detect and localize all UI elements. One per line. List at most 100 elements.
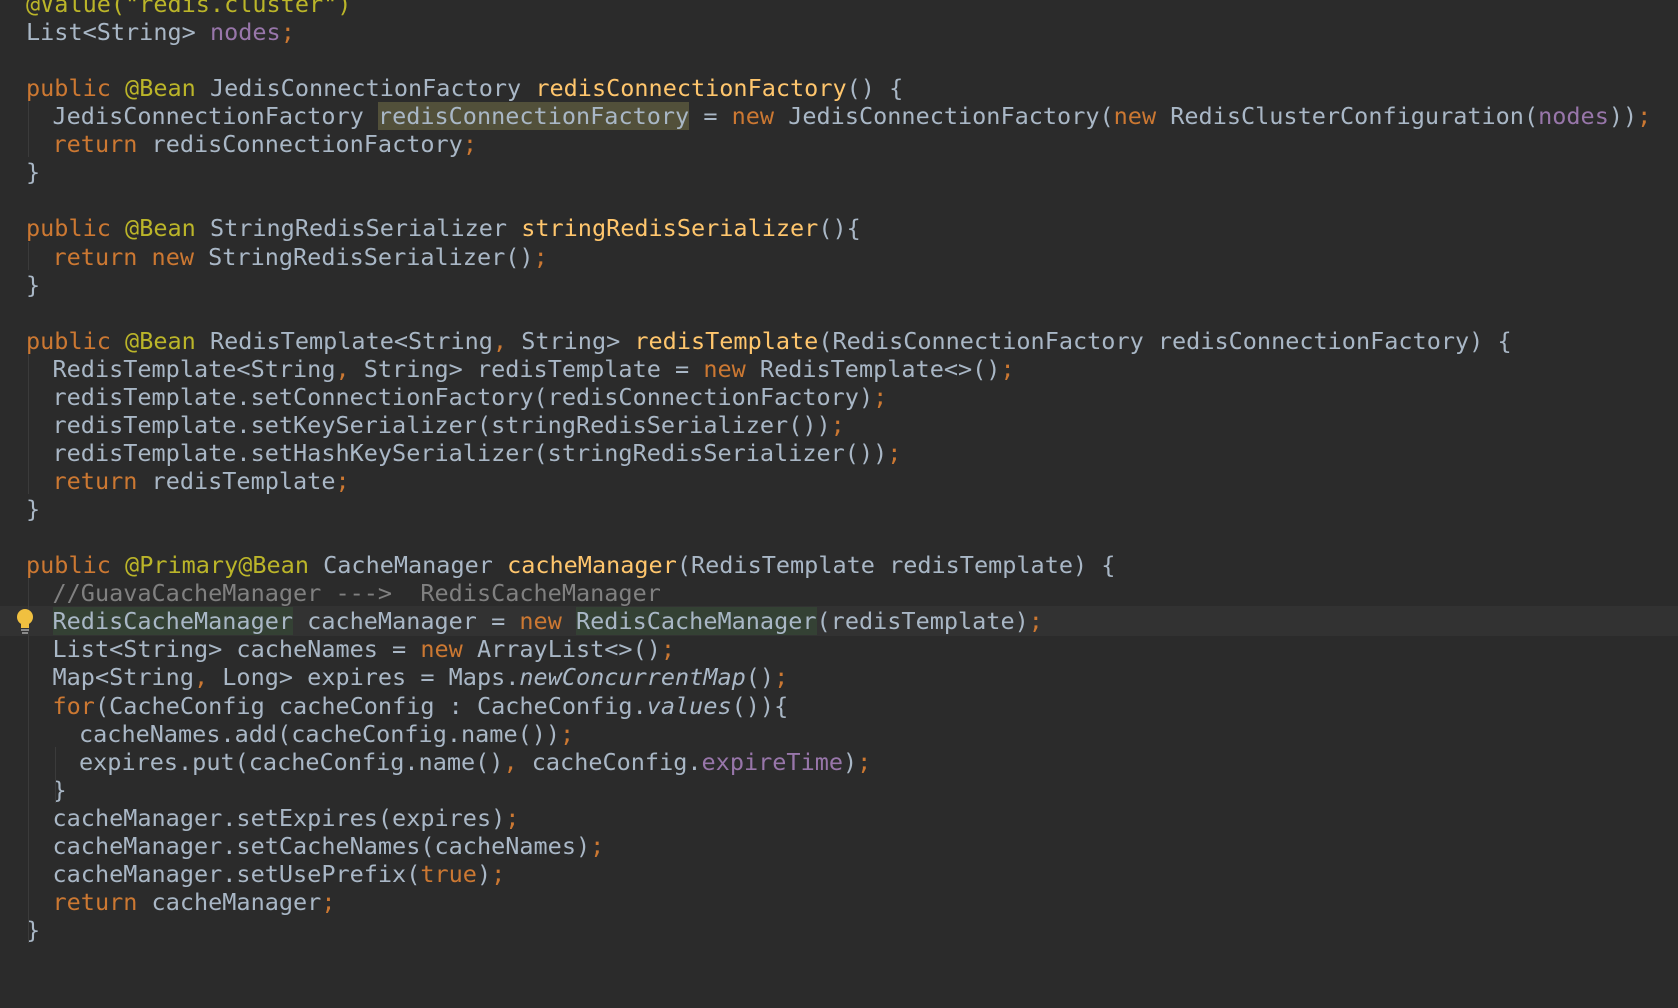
code-token: StringRedisSerializer	[209, 214, 522, 243]
code-line[interactable]: }	[0, 775, 1678, 805]
code-token: return	[52, 887, 152, 916]
code-token: ;	[1028, 607, 1043, 636]
code-token: @Bean	[125, 326, 210, 355]
code-token: ;	[857, 747, 872, 776]
code-line[interactable]: }	[0, 915, 1678, 945]
code-token: String> redisTemplate =	[363, 354, 704, 383]
code-token: ;	[280, 18, 295, 47]
code-line[interactable]: List<String> cacheNames = new ArrayList<…	[0, 634, 1678, 664]
indent-guide	[54, 746, 56, 803]
code-token: JedisConnectionFactory	[52, 102, 378, 131]
code-line[interactable]: }	[0, 270, 1678, 300]
code-line[interactable]: JedisConnectionFactory redisConnectionFa…	[0, 101, 1678, 131]
code-line-text: }	[26, 270, 40, 300]
code-line[interactable]: }	[0, 157, 1678, 187]
code-line[interactable]	[0, 522, 1678, 552]
code-line[interactable]: public @Bean RedisTemplate<String, Strin…	[0, 326, 1678, 356]
code-token: List<String> cacheNames =	[52, 635, 421, 664]
code-token: ,	[193, 663, 223, 692]
code-token: ()	[745, 663, 775, 692]
code-line-text: Map<String, Long> expires = Maps.newConc…	[53, 662, 789, 692]
code-token: ;	[335, 467, 350, 496]
code-token: (redisTemplate)	[816, 607, 1029, 636]
code-line[interactable]: for(CacheConfig cacheConfig : CacheConfi…	[0, 691, 1678, 721]
code-line[interactable]: RedisTemplate<String, String> redisTempl…	[0, 354, 1678, 384]
code-token: RedisTemplate<>()	[759, 354, 1001, 383]
code-line[interactable]: cacheManager.setCacheNames(cacheNames);	[0, 831, 1678, 861]
code-line-text: return redisConnectionFactory;	[53, 129, 477, 159]
code-token: redisTemplate	[151, 467, 336, 496]
code-token: (RedisConnectionFactory redisConnectionF…	[818, 326, 1512, 355]
code-line[interactable]	[0, 185, 1678, 215]
code-line[interactable]: redisTemplate.setHashKeySerializer(strin…	[0, 438, 1678, 468]
code-line[interactable]: List<String> nodes;	[0, 17, 1678, 47]
code-token: return	[52, 242, 152, 271]
code-line[interactable]: return redisTemplate;	[0, 466, 1678, 496]
code-token: RedisClusterConfiguration(	[1170, 102, 1539, 131]
code-line[interactable]: cacheNames.add(cacheConfig.name());	[0, 719, 1678, 749]
code-token: ,	[492, 326, 522, 355]
code-token: public	[26, 214, 126, 243]
code-line[interactable]: redisTemplate.setKeySerializer(stringRed…	[0, 410, 1678, 440]
code-token: }	[26, 270, 41, 299]
code-token: cacheManager.setUsePrefix(	[52, 859, 421, 888]
code-token: ;	[462, 130, 477, 159]
code-token: redisConnectionFactory	[377, 102, 690, 131]
code-line[interactable]: return redisConnectionFactory;	[0, 129, 1678, 159]
code-token: ;	[830, 410, 845, 439]
code-token: (){	[818, 214, 861, 243]
code-token: new	[703, 354, 760, 383]
code-token: values	[646, 691, 732, 720]
code-token: redisTemplate.setKeySerializer(stringRed…	[52, 410, 831, 439]
code-line[interactable]: //GuavaCacheManager ---> RedisCacheManag…	[0, 578, 1678, 608]
code-token: ;	[505, 803, 520, 832]
code-token: RedisCacheManager	[52, 607, 294, 636]
code-token: cacheManager	[151, 887, 322, 916]
code-line-text: return new StringRedisSerializer();	[53, 242, 548, 272]
code-line-text: RedisCacheManager cacheManager = new Red…	[52, 606, 1043, 636]
intention-bulb-icon[interactable]	[14, 607, 36, 637]
code-line[interactable]: public @Bean JedisConnectionFactory redi…	[0, 73, 1678, 103]
code-editor[interactable]: @Value("redis.cluster") List<String> node…	[0, 0, 1678, 1008]
code-token: ,	[503, 747, 532, 776]
code-token: ;	[491, 859, 506, 888]
code-token: new	[1113, 102, 1171, 131]
code-line[interactable]: Map<String, Long> expires = Maps.newConc…	[0, 662, 1678, 692]
code-line[interactable]	[0, 45, 1678, 75]
code-line-text: redisTemplate.setKeySerializer(stringRed…	[53, 410, 845, 440]
code-line[interactable]: expires.put(cacheConfig.name(), cacheCon…	[0, 747, 1678, 777]
code-line[interactable]: }	[0, 494, 1678, 524]
code-token: redisTemplate.setHashKeySerializer(strin…	[52, 438, 888, 467]
code-line[interactable]: cacheManager.setExpires(expires);	[0, 803, 1678, 833]
code-line[interactable]: cacheManager.setUsePrefix(true);	[0, 859, 1678, 889]
code-token: ArrayList<>()	[476, 635, 661, 664]
code-token: =	[689, 102, 732, 131]
code-line[interactable]: redisTemplate.setConnectionFactory(redis…	[0, 382, 1678, 412]
code-token: redisTemplate.setConnectionFactory(redis…	[52, 382, 874, 411]
code-token: ;	[887, 438, 902, 467]
code-line-text: public @Bean JedisConnectionFactory redi…	[26, 73, 903, 103]
code-line[interactable]	[0, 298, 1678, 328]
code-line-text: }	[26, 157, 40, 187]
code-token: )	[843, 747, 858, 776]
code-token: ;	[1637, 102, 1652, 131]
code-line[interactable]: return cacheManager;	[0, 887, 1678, 917]
code-line-text: cacheNames.add(cacheConfig.name());	[79, 719, 574, 749]
code-token: newConcurrentMap	[519, 663, 746, 692]
code-token: for	[52, 691, 95, 720]
code-line[interactable]: public @Primary@Bean CacheManager cacheM…	[0, 550, 1678, 580]
code-token: ;	[873, 382, 888, 411]
code-token: () {	[846, 74, 904, 103]
code-token: ;	[590, 831, 605, 860]
code-token: new	[519, 607, 576, 636]
code-token: cacheConfig.	[531, 747, 702, 776]
code-token: @Bean	[125, 74, 210, 103]
code-line-text: redisTemplate.setHashKeySerializer(strin…	[53, 438, 902, 468]
code-line-text: cacheManager.setCacheNames(cacheNames);	[53, 831, 605, 861]
code-token: ()){	[731, 691, 789, 720]
code-line[interactable]: return new StringRedisSerializer();	[0, 242, 1678, 272]
code-line[interactable]: public @Bean StringRedisSerializer strin…	[0, 213, 1678, 243]
indent-guide	[28, 101, 29, 158]
code-line-text: return cacheManager;	[53, 887, 336, 917]
code-line[interactable]: RedisCacheManager cacheManager = new Red…	[0, 606, 1678, 637]
